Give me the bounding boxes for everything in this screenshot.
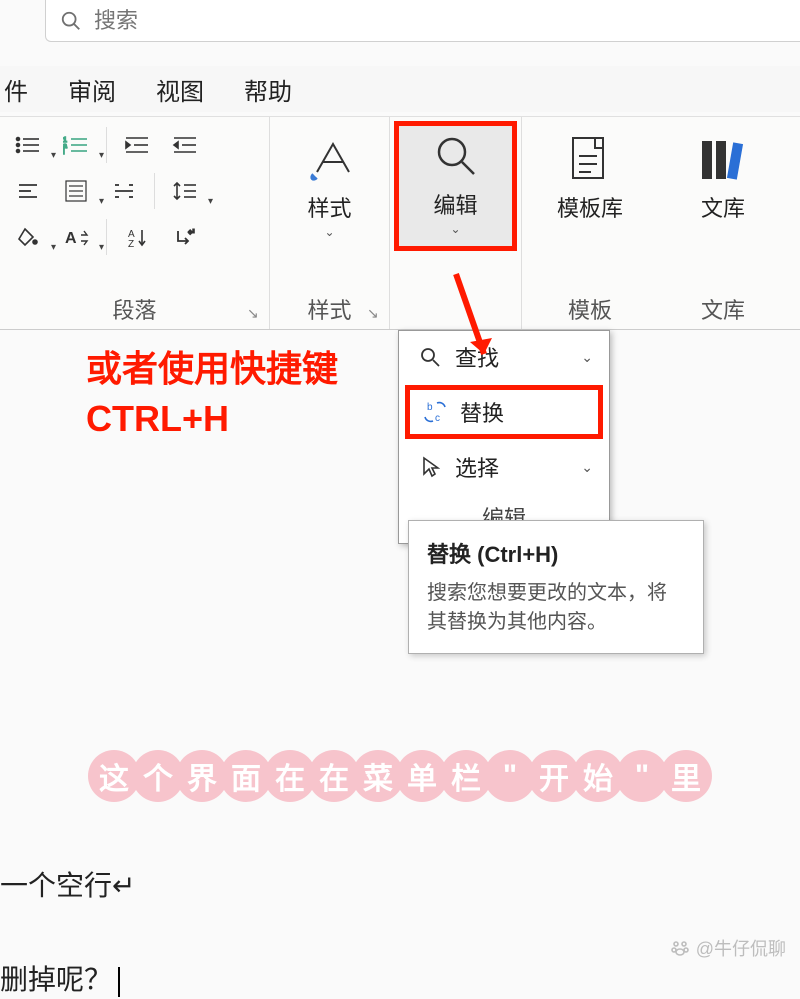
tab-file-partial[interactable]: 件 bbox=[4, 72, 28, 107]
document-line-2: 删掉呢？ bbox=[0, 958, 120, 998]
align-justify-button[interactable]: ▾ bbox=[54, 171, 98, 211]
menu-tabs: 件 审阅 视图 帮助 bbox=[0, 66, 800, 112]
template-library-button[interactable]: 模板库 bbox=[528, 125, 652, 255]
annotation-text: 或者使用快捷键 CTRL+H bbox=[86, 344, 338, 445]
replace-icon: bc bbox=[420, 401, 450, 423]
edit-button[interactable]: 编辑 ⌄ bbox=[394, 121, 517, 251]
document-line-1: 一个空行↵ bbox=[0, 864, 135, 904]
tab-review[interactable]: 审阅 bbox=[68, 72, 116, 107]
distribute-button[interactable] bbox=[102, 171, 146, 211]
svg-text:b: b bbox=[427, 402, 433, 413]
chevron-down-icon: ⌄ bbox=[450, 222, 460, 236]
group-edit: 编辑 ⌄ bbox=[390, 117, 522, 329]
find-icon bbox=[415, 346, 445, 368]
group-paragraph: ▾ 1ai▾ bbox=[0, 117, 270, 329]
search-input[interactable] bbox=[94, 8, 786, 34]
line-spacing-button[interactable]: ▾ bbox=[163, 171, 207, 211]
ribbon: ▾ 1ai▾ bbox=[0, 116, 800, 330]
styles-icon bbox=[302, 131, 358, 187]
group-label-library: 文库 bbox=[658, 293, 788, 325]
show-marks-button[interactable]: ↵ bbox=[163, 217, 207, 257]
tab-help[interactable]: 帮助 bbox=[244, 72, 292, 107]
replace-tooltip: 替换 (Ctrl+H) 搜索您想要更改的文本，将其替换为其他内容。 bbox=[408, 520, 704, 654]
search-bar[interactable] bbox=[45, 0, 800, 42]
chevron-down-icon: ⌄ bbox=[324, 225, 334, 239]
menu-item-replace[interactable]: bc 替换 bbox=[405, 385, 603, 439]
menu-item-select[interactable]: 选择 ⌄ bbox=[399, 441, 609, 493]
svg-text:A: A bbox=[65, 230, 77, 247]
cursor-icon bbox=[415, 456, 445, 478]
group-styles: 样式 ⌄ 样式 ↘ bbox=[270, 117, 390, 329]
styles-button[interactable]: 样式 ⌄ bbox=[276, 125, 383, 255]
tooltip-title: 替换 (Ctrl+H) bbox=[427, 537, 685, 569]
pink-caption: 这个界面在在菜单栏"开始"里 bbox=[18, 744, 782, 808]
number-list-button[interactable]: 1ai▾ bbox=[54, 125, 98, 165]
group-library: 文库 文库 bbox=[658, 117, 788, 329]
text-cursor bbox=[118, 967, 120, 997]
svg-text:c: c bbox=[435, 413, 440, 423]
sort-button[interactable]: AZ bbox=[115, 217, 159, 257]
shading-button[interactable]: ▾ bbox=[6, 217, 50, 257]
paragraph-launcher-icon[interactable]: ↘ bbox=[247, 305, 263, 321]
library-button[interactable]: 文库 bbox=[664, 125, 782, 255]
tooltip-body: 搜索您想要更改的文本，将其替换为其他内容。 bbox=[427, 579, 685, 637]
magnify-icon bbox=[428, 128, 484, 184]
edit-dropdown-menu: 查找 ⌄ bc 替换 选择 ⌄ 编辑 bbox=[398, 330, 610, 544]
group-template: 模板库 模板 bbox=[522, 117, 658, 329]
template-icon bbox=[562, 131, 618, 187]
group-label-template: 模板 bbox=[522, 293, 658, 325]
styles-launcher-icon[interactable]: ↘ bbox=[367, 305, 383, 321]
font-expand-button[interactable]: A▾ bbox=[54, 217, 98, 257]
align-left-button[interactable] bbox=[6, 171, 50, 211]
svg-text:↵: ↵ bbox=[188, 227, 196, 237]
bullet-list-button[interactable]: ▾ bbox=[6, 125, 50, 165]
group-label-paragraph: 段落 bbox=[0, 293, 269, 325]
caption-char: 里 bbox=[660, 750, 712, 802]
chevron-down-icon: ⌄ bbox=[581, 349, 593, 366]
paw-icon bbox=[670, 938, 690, 958]
library-icon bbox=[695, 131, 751, 187]
increase-indent-button[interactable] bbox=[163, 125, 207, 165]
chevron-down-icon: ⌄ bbox=[581, 459, 593, 476]
watermark: @牛仔侃聊 bbox=[670, 935, 786, 961]
search-icon bbox=[60, 10, 82, 32]
menu-item-find[interactable]: 查找 ⌄ bbox=[399, 331, 609, 383]
tab-view[interactable]: 视图 bbox=[156, 72, 204, 107]
decrease-indent-button[interactable] bbox=[115, 125, 159, 165]
svg-text:Z: Z bbox=[128, 239, 134, 247]
